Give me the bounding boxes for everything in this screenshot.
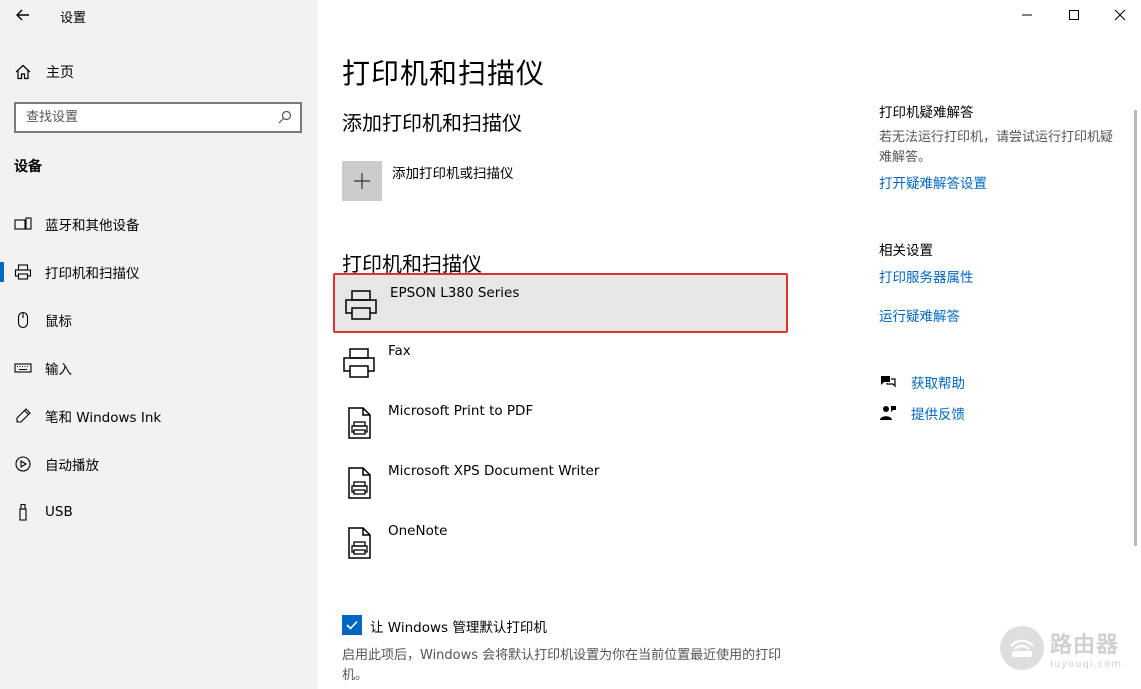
search-icon[interactable] — [278, 110, 292, 124]
window-title: 设置 — [60, 11, 87, 26]
printer-icon — [14, 264, 32, 280]
sidebar-item-autoplay[interactable]: 自动播放 — [0, 440, 318, 488]
watermark: 路由器 luyouqi.com — [1000, 626, 1122, 670]
get-help-label: 获取帮助 — [911, 376, 965, 392]
printer-item-pdf[interactable]: Microsoft Print to PDF — [333, 393, 788, 453]
sidebar-item-label: 蓝牙和其他设备 — [45, 218, 140, 234]
watermark-main: 路由器 — [1050, 632, 1120, 658]
sidebar-item-label: 打印机和扫描仪 — [45, 266, 140, 282]
sidebar-nav: 蓝牙和其他设备 打印机和扫描仪 鼠标 输入 笔和 Windows Ink 自动播… — [0, 200, 318, 536]
sidebar-item-label: 自动播放 — [45, 458, 99, 474]
scrollbar[interactable] — [1134, 110, 1137, 546]
open-troubleshoot-link[interactable]: 打开疑难解答设置 — [879, 172, 987, 192]
search-input[interactable] — [16, 104, 266, 131]
printer-name: OneNote — [388, 523, 448, 539]
sidebar-item-printers[interactable]: 打印机和扫描仪 — [0, 248, 318, 296]
feedback-person-icon — [880, 406, 896, 420]
sidebar-item-bluetooth[interactable]: 蓝牙和其他设备 — [0, 200, 318, 248]
page-title: 打印机和扫描仪 — [342, 57, 546, 90]
back-button[interactable] — [14, 6, 32, 24]
sidebar-section-label: 设备 — [14, 159, 42, 175]
pen-icon — [16, 408, 31, 423]
sidebar: 设置 主页 设备 蓝牙和其他设备 打印机和扫描仪 鼠标 输入 笔和 Window… — [0, 0, 318, 689]
printer-name: Fax — [388, 343, 411, 359]
maximize-button[interactable] — [1051, 0, 1097, 30]
close-icon — [1114, 9, 1126, 21]
default-printer-description: 启用此项后，Windows 会将默认打印机设置为你在当前位置最近使用的打印机。 — [342, 648, 782, 683]
home-label: 主页 — [46, 65, 74, 81]
sidebar-item-pen[interactable]: 笔和 Windows Ink — [0, 392, 318, 440]
keyboard-icon — [14, 363, 32, 373]
checkmark-icon — [346, 620, 358, 630]
mouse-icon — [17, 311, 29, 329]
close-button[interactable] — [1097, 0, 1141, 30]
sidebar-item-label: 输入 — [45, 362, 72, 378]
troubleshoot-text: 若无法运行打印机，请尝试运行打印机疑难解答。 — [879, 130, 1114, 165]
watermark-sub: luyouqi.com — [1050, 658, 1123, 670]
sidebar-item-mouse[interactable]: 鼠标 — [0, 296, 318, 344]
printer-name: Microsoft Print to PDF — [388, 403, 534, 419]
printer-name: Microsoft XPS Document Writer — [388, 463, 600, 479]
sidebar-item-usb[interactable]: USB — [0, 488, 318, 536]
get-help-link[interactable]: 获取帮助 — [879, 372, 965, 392]
default-printer-checkbox[interactable] — [342, 615, 362, 635]
troubleshoot-heading: 打印机疑难解答 — [879, 105, 974, 121]
feedback-label: 提供反馈 — [911, 407, 965, 423]
sidebar-item-label: 笔和 Windows Ink — [45, 410, 162, 426]
bluetooth-devices-icon — [14, 217, 32, 230]
printer-item-epson[interactable]: EPSON L380 Series — [333, 273, 788, 333]
add-printer-button[interactable] — [342, 161, 382, 201]
minimize-button[interactable] — [1004, 0, 1050, 30]
document-printer-icon — [348, 527, 371, 559]
print-server-properties-link[interactable]: 打印服务器属性 — [879, 266, 974, 286]
sidebar-item-typing[interactable]: 输入 — [0, 344, 318, 392]
printer-icon — [343, 348, 375, 378]
usb-icon — [19, 503, 27, 521]
printer-icon — [345, 290, 377, 320]
printer-item-xps[interactable]: Microsoft XPS Document Writer — [333, 453, 788, 513]
related-settings-heading: 相关设置 — [879, 243, 933, 259]
minimize-icon — [1022, 14, 1032, 16]
default-printer-checkbox-label[interactable]: 让 Windows 管理默认打印机 — [370, 616, 547, 636]
sidebar-item-label: 鼠标 — [45, 314, 72, 330]
search-box[interactable] — [14, 102, 302, 133]
document-printer-icon — [348, 407, 371, 439]
run-troubleshooter-link[interactable]: 运行疑难解答 — [879, 305, 960, 325]
sidebar-item-label: USB — [45, 504, 73, 520]
add-section-title: 添加打印机和扫描仪 — [342, 111, 522, 135]
add-printer-label[interactable]: 添加打印机或扫描仪 — [392, 162, 514, 182]
router-logo-icon — [1000, 626, 1044, 670]
plus-icon — [354, 173, 370, 189]
sidebar-item-home[interactable]: 主页 — [14, 62, 74, 82]
printer-item-onenote[interactable]: OneNote — [333, 513, 788, 573]
document-printer-icon — [348, 467, 371, 499]
feedback-link[interactable]: 提供反馈 — [879, 403, 965, 423]
autoplay-icon — [15, 456, 31, 472]
printer-name: EPSON L380 Series — [390, 285, 520, 301]
chat-help-icon — [881, 376, 896, 388]
maximize-icon — [1069, 10, 1079, 20]
home-icon — [15, 64, 31, 80]
printer-item-fax[interactable]: Fax — [333, 333, 788, 393]
back-arrow-icon — [16, 9, 29, 21]
